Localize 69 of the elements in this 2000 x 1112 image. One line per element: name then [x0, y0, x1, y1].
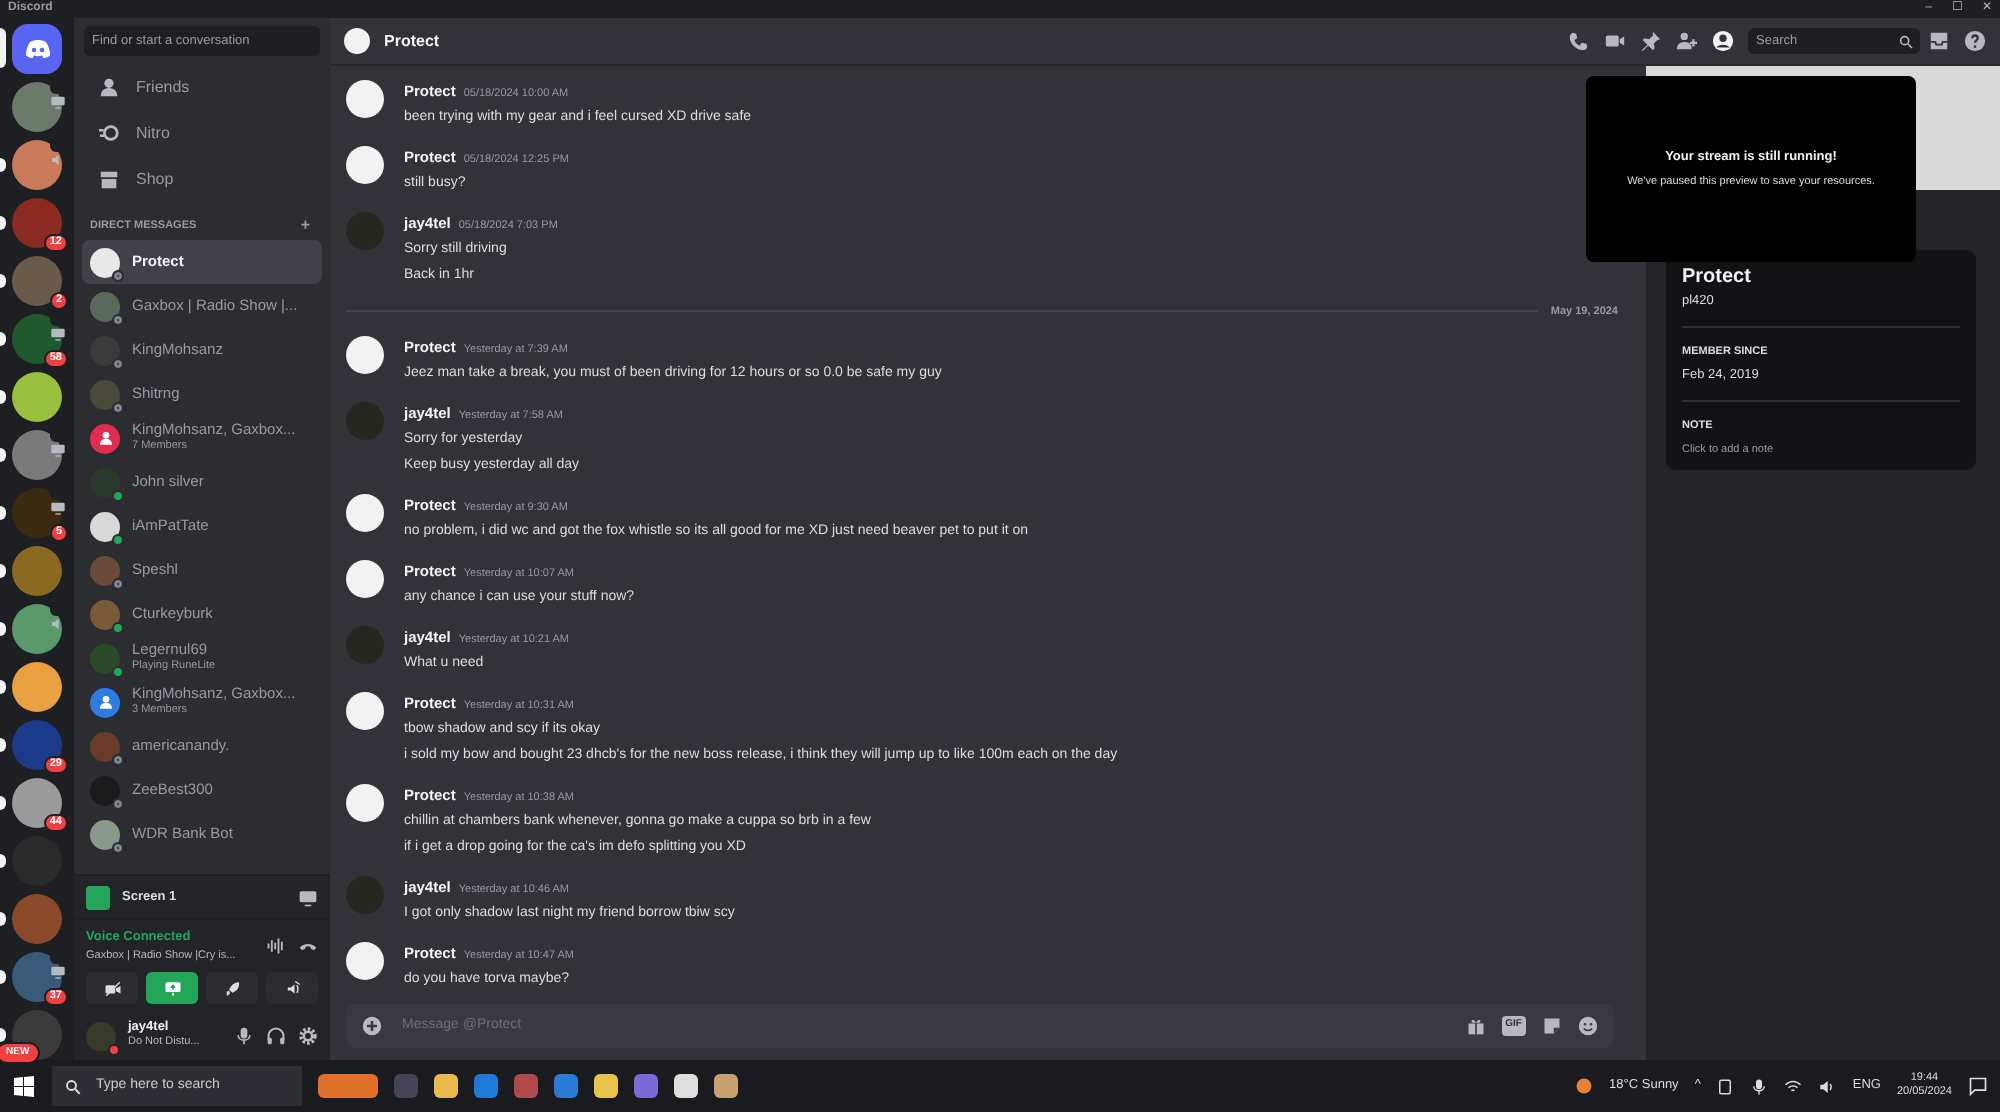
avatar[interactable]	[346, 145, 384, 184]
weather-sun-icon	[1573, 1076, 1594, 1096]
search-icon	[64, 1077, 82, 1095]
notification-icon[interactable]	[1968, 1076, 1988, 1096]
headset-icon[interactable]	[266, 1026, 286, 1046]
sticker-icon[interactable]	[1542, 1016, 1562, 1036]
help-icon[interactable]	[1964, 30, 1986, 52]
server-icon[interactable]	[12, 662, 62, 712]
pin-icon[interactable]	[1640, 30, 1662, 52]
taskbar-app-icon[interactable]	[434, 1074, 458, 1098]
nav-item[interactable]: Shop	[82, 156, 322, 202]
add-dm-button[interactable]: +	[300, 218, 310, 235]
avatar[interactable]	[346, 336, 384, 374]
person-icon	[97, 430, 113, 447]
microphone-icon[interactable]	[1750, 1077, 1769, 1095]
noise-suppression-icon[interactable]	[266, 936, 286, 956]
add-attachment-icon[interactable]	[362, 1016, 382, 1036]
stream-preview[interactable]	[86, 885, 110, 909]
server-icon[interactable]	[12, 778, 62, 828]
server-icon[interactable]	[12, 198, 62, 248]
server-icon[interactable]	[12, 372, 62, 422]
volume-icon[interactable]	[1818, 1077, 1837, 1095]
server-icon[interactable]	[12, 140, 62, 190]
profile-icon[interactable]	[1712, 30, 1734, 52]
emoji-icon[interactable]	[1578, 1016, 1598, 1036]
avatar[interactable]	[346, 494, 384, 532]
avatar[interactable]	[346, 79, 384, 118]
shop-icon	[98, 168, 120, 190]
camera-off-icon	[103, 979, 121, 997]
avatar[interactable]	[346, 942, 384, 980]
person-icon	[97, 694, 113, 711]
taskbar-picture[interactable]	[318, 1074, 378, 1098]
server-icon[interactable]	[12, 82, 62, 132]
avatar[interactable]	[346, 784, 384, 822]
tray-device-icon[interactable]	[1716, 1077, 1735, 1095]
nitro-icon	[98, 122, 120, 144]
avatar[interactable]	[346, 692, 384, 730]
server-icon[interactable]	[12, 430, 62, 480]
server-icon[interactable]	[12, 604, 62, 654]
channel-title: Protect	[384, 29, 442, 53]
add-friend-icon[interactable]	[1676, 30, 1698, 52]
taskbar-app-icon[interactable]	[714, 1074, 738, 1098]
avatar	[344, 28, 370, 54]
display-name: Protect	[1682, 264, 1753, 292]
screen-share-icon	[163, 979, 181, 997]
inbox-icon[interactable]	[1928, 30, 1950, 52]
windows-start-icon[interactable]	[12, 1074, 36, 1098]
phone-icon[interactable]	[1568, 30, 1590, 52]
voice-control-button[interactable]	[146, 972, 198, 1004]
server-icon[interactable]	[12, 720, 62, 770]
soundboard-icon	[283, 979, 301, 997]
video-camera-icon[interactable]	[1604, 30, 1626, 52]
rocket-icon	[223, 979, 241, 997]
screen-icon[interactable]	[298, 887, 318, 907]
voice-control-button[interactable]	[266, 972, 318, 1004]
user-avatar[interactable]	[86, 1021, 116, 1051]
avatar[interactable]	[346, 560, 384, 598]
nav-item[interactable]: Friends	[82, 64, 322, 110]
voice-control-button[interactable]	[206, 972, 258, 1004]
home-button[interactable]	[12, 24, 62, 74]
settings-icon[interactable]	[298, 1026, 318, 1046]
gift-icon[interactable]	[1465, 1016, 1486, 1036]
taskbar-app-icon[interactable]	[674, 1074, 698, 1098]
microphone-icon[interactable]	[234, 1026, 254, 1046]
voice-control-button[interactable]	[86, 972, 138, 1004]
server-icon[interactable]	[12, 256, 62, 306]
nav-item[interactable]: Nitro	[82, 110, 322, 156]
network-icon[interactable]	[1784, 1077, 1803, 1095]
taskbar-app-icon[interactable]	[594, 1074, 618, 1098]
